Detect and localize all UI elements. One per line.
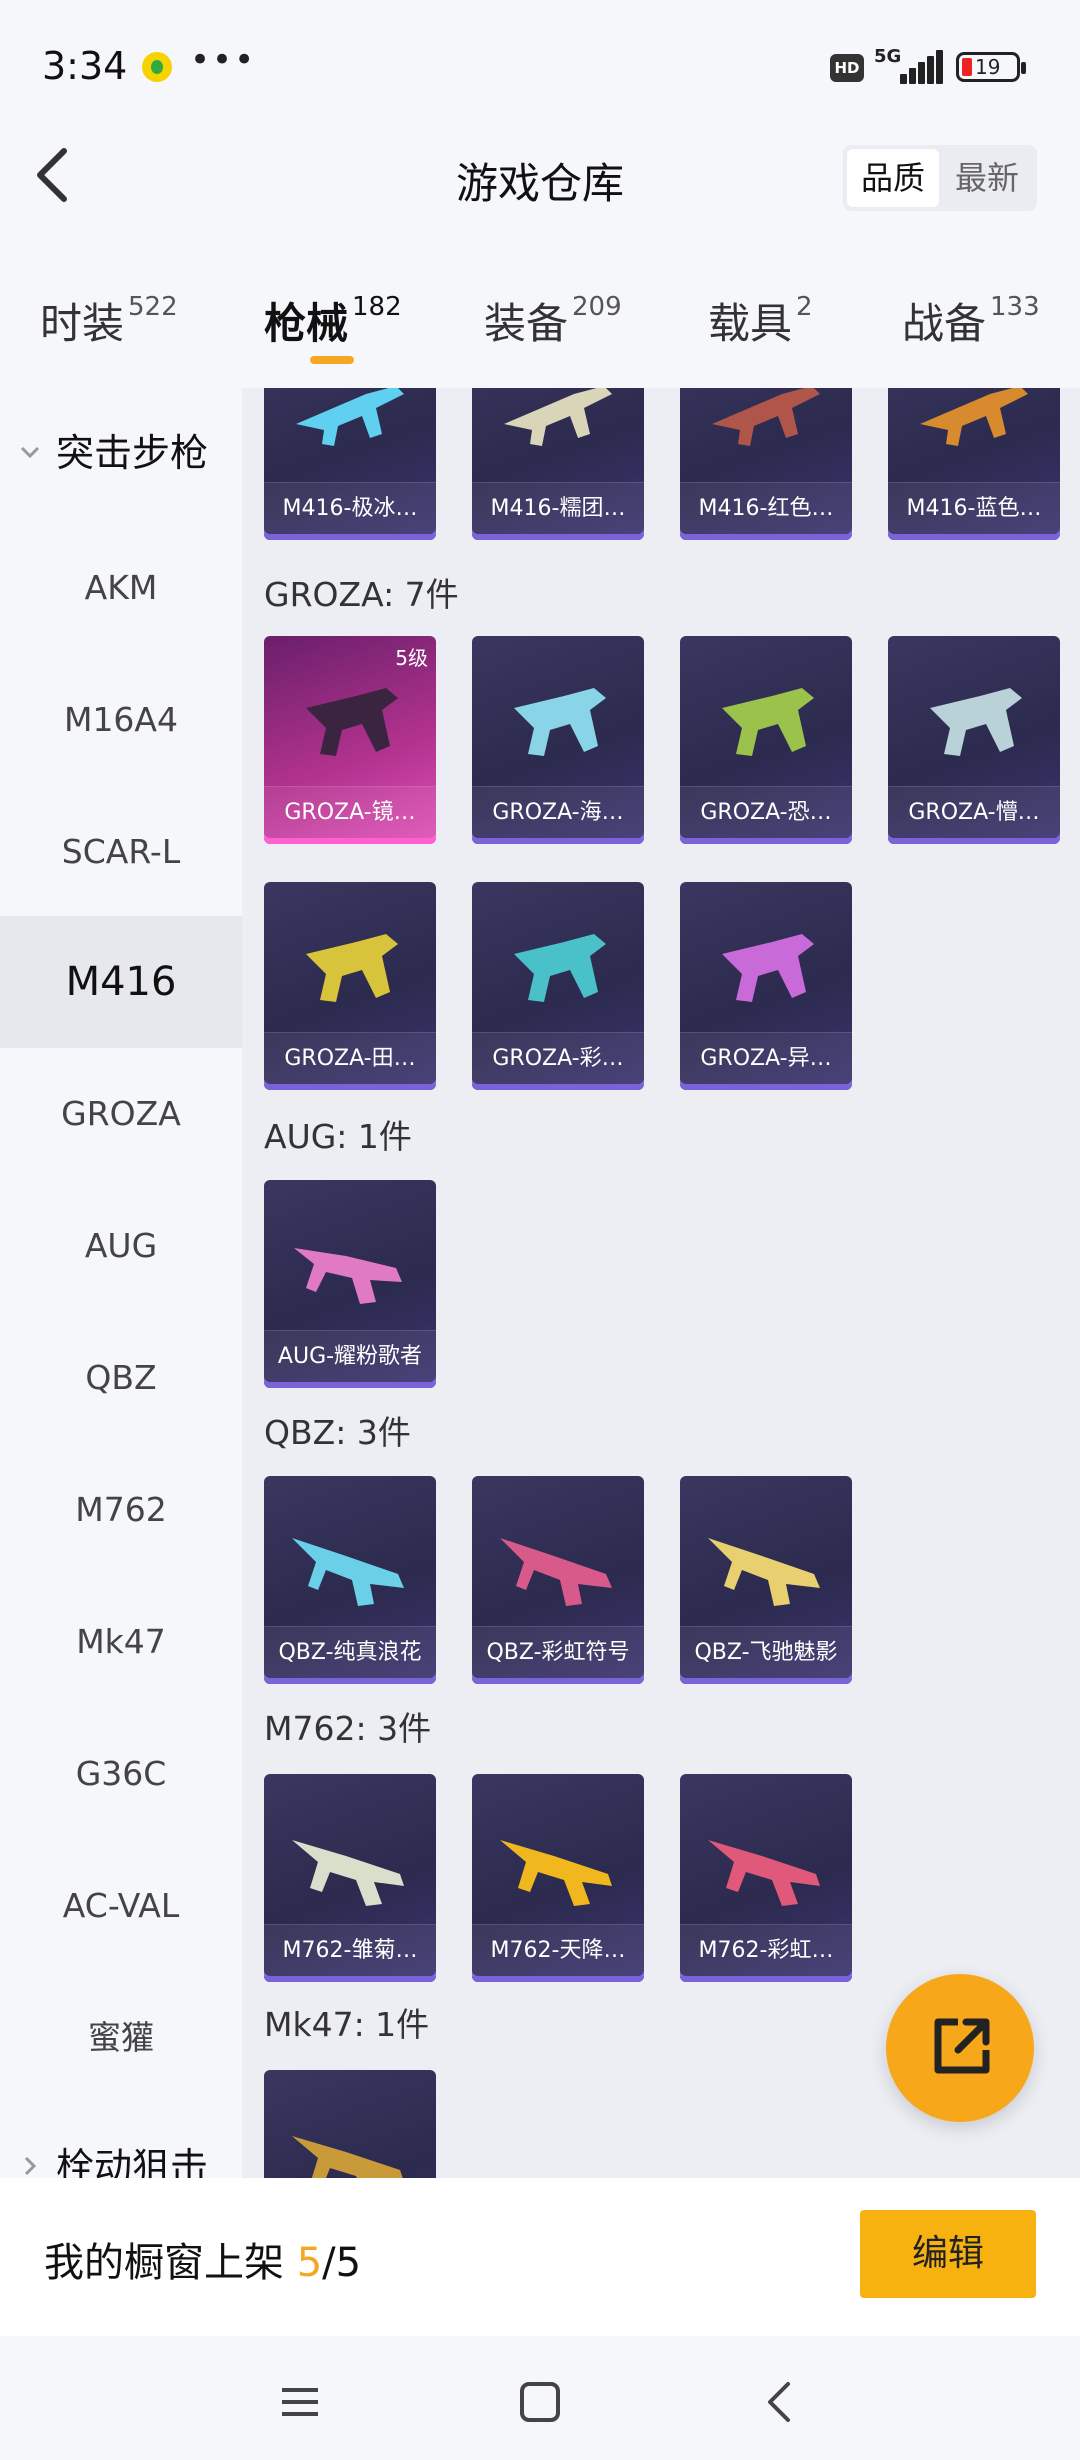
sidebar-item-scar-l[interactable]: SCAR-L xyxy=(0,786,242,918)
signal-icon xyxy=(900,50,943,84)
section-label-groza: GROZA: 7件 xyxy=(264,575,459,614)
gun-skin-image xyxy=(292,1840,404,1906)
sidebar-item-honey-badger[interactable]: 蜜獾 xyxy=(0,1972,242,2104)
gun-skin-image xyxy=(292,1538,404,1606)
weapon-card[interactable]: M416-极冰… xyxy=(264,388,436,540)
weapon-card[interactable]: QBZ-飞驰魅影 xyxy=(680,1476,852,1684)
weapon-card[interactable]: M762-天降… xyxy=(472,1774,644,1982)
weapon-card[interactable]: M416-红色… xyxy=(680,388,852,540)
gun-skin-image xyxy=(722,688,814,756)
tab-guns[interactable]: 枪械 182 xyxy=(264,290,402,351)
tab-equipment[interactable]: 装备 209 xyxy=(484,290,622,351)
section-label-aug: AUG: 1件 xyxy=(264,1117,412,1156)
sidebar-group-bolt-action[interactable]: 栓动狙击 xyxy=(0,2102,242,2178)
gun-skin-image xyxy=(514,688,606,756)
sidebar-group-assault-rifles[interactable]: 突击步枪 xyxy=(0,388,242,518)
sidebar-item-mk47[interactable]: Mk47 xyxy=(0,1576,242,1708)
section-label-qbz: QBZ: 3件 xyxy=(264,1413,411,1452)
gun-skin-image xyxy=(930,688,1022,756)
level-badge: 5级 xyxy=(395,646,428,670)
weapon-card[interactable]: GROZA-海… xyxy=(472,636,644,844)
weapon-card[interactable]: M416-糯团… xyxy=(472,388,644,540)
sidebar-item-m762[interactable]: M762 xyxy=(0,1444,242,1576)
sidebar-item-akm[interactable]: AKM xyxy=(0,522,242,654)
music-app-icon xyxy=(142,52,172,82)
gun-skin-image xyxy=(294,1248,402,1304)
gun-skin-image xyxy=(722,934,814,1002)
tab-vehicles[interactable]: 载具 2 xyxy=(708,290,813,351)
sort-toggle: 品质 最新 xyxy=(843,145,1037,211)
weapon-card[interactable]: QBZ-纯真浪花 xyxy=(264,1476,436,1684)
gun-skin-image xyxy=(708,1840,820,1906)
gun-skin-image xyxy=(500,1840,612,1906)
gun-skin-image xyxy=(306,688,398,756)
section-label-mk47: Mk47: 1件 xyxy=(264,2005,430,2044)
gun-skin-image xyxy=(504,388,612,446)
gun-skin-image xyxy=(500,1538,612,1606)
sidebar-item-ac-val[interactable]: AC-VAL xyxy=(0,1840,242,1972)
weapon-card[interactable]: AUG-耀粉歌者 xyxy=(264,1180,436,1388)
menu-icon[interactable] xyxy=(270,2372,330,2432)
gun-skin-image xyxy=(306,934,398,1002)
gun-skin-image xyxy=(514,934,606,1002)
weapon-card[interactable]: GROZA-恐… xyxy=(680,636,852,844)
tab-fashion[interactable]: 时装 522 xyxy=(40,290,178,351)
weapon-category-sidebar: 突击步枪 AKM M16A4 SCAR-L M416 GROZA AUG QBZ… xyxy=(0,388,242,2178)
share-button[interactable] xyxy=(886,1974,1034,2122)
status-bar: 3:34 ••• HD 5G 19 xyxy=(0,0,1080,140)
showcase-count: 5 xyxy=(296,2240,323,2286)
weapon-card[interactable]: GROZA-彩… xyxy=(472,882,644,1090)
sidebar-item-groza[interactable]: GROZA xyxy=(0,1048,242,1180)
weapon-card[interactable]: GROZA-异… xyxy=(680,882,852,1090)
system-nav-bar xyxy=(0,2336,1080,2460)
home-icon[interactable] xyxy=(510,2372,570,2432)
weapon-card[interactable] xyxy=(264,2070,436,2178)
showcase-bar: 我的橱窗上架 5/5 编辑 xyxy=(0,2178,1080,2336)
weapon-card[interactable]: M762-雏菊… xyxy=(264,1774,436,1982)
weapon-card[interactable]: M762-彩虹… xyxy=(680,1774,852,1982)
section-label-m762: M762: 3件 xyxy=(264,1709,432,1748)
weapon-card[interactable]: M416-蓝色… xyxy=(888,388,1060,540)
weapon-card[interactable]: GROZA-懵… xyxy=(888,636,1060,844)
battery-level: 19 xyxy=(975,55,1001,79)
sort-quality-button[interactable]: 品质 xyxy=(847,149,939,207)
sidebar-item-m416[interactable]: M416 xyxy=(0,916,242,1048)
hd-icon: HD xyxy=(830,54,864,82)
sidebar-item-aug[interactable]: AUG xyxy=(0,1180,242,1312)
sidebar-item-qbz[interactable]: QBZ xyxy=(0,1312,242,1444)
sidebar-item-m16a4[interactable]: M16A4 xyxy=(0,654,242,786)
active-tab-indicator xyxy=(310,356,354,364)
battery-icon: 19 xyxy=(956,52,1026,82)
tab-supplies[interactable]: 战备 133 xyxy=(902,290,1040,351)
share-icon xyxy=(934,2018,990,2074)
sort-latest-button[interactable]: 最新 xyxy=(941,149,1033,207)
weapon-grid: M416-极冰… M416-糯团… M416-红色… M416-蓝色… GROZ… xyxy=(242,388,1080,2178)
weapon-card[interactable]: GROZA-田… xyxy=(264,882,436,1090)
gun-skin-image xyxy=(920,388,1028,446)
showcase-label: 我的橱窗上架 5/5 xyxy=(44,2240,362,2286)
weapon-card[interactable]: QBZ-彩虹符号 xyxy=(472,1476,644,1684)
status-time: 3:34 xyxy=(42,44,128,88)
sidebar-item-g36c[interactable]: G36C xyxy=(0,1708,242,1840)
nav-back-icon[interactable] xyxy=(750,2372,810,2432)
edit-button[interactable]: 编辑 xyxy=(860,2210,1036,2298)
more-notifications-icon: ••• xyxy=(190,40,257,80)
weapon-card[interactable]: 5级 GROZA-镜… xyxy=(264,636,436,844)
chevron-right-icon xyxy=(18,2102,42,2178)
gun-skin-image xyxy=(708,1538,820,1606)
gun-skin-image xyxy=(296,388,404,446)
network-type: 5G xyxy=(874,46,902,67)
gun-skin-image xyxy=(712,388,820,446)
gun-skin-image xyxy=(292,2136,403,2178)
